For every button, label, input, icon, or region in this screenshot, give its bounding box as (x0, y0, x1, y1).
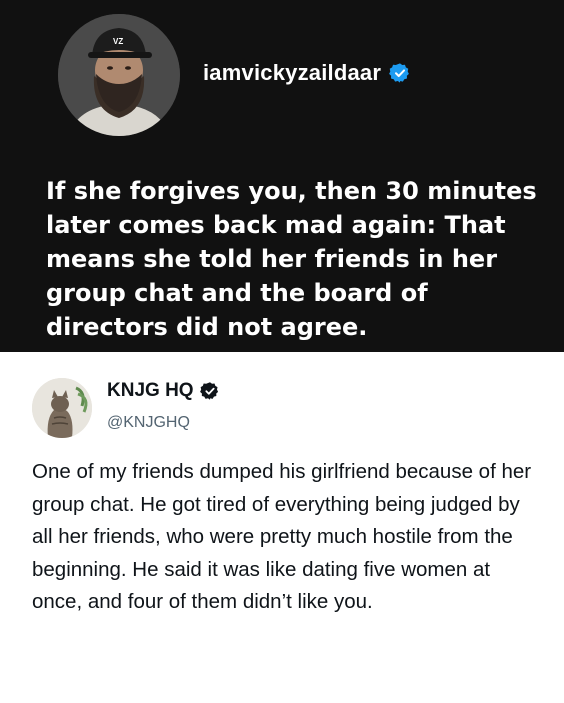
tweet-handle[interactable]: @KNJGHQ (107, 414, 190, 432)
tweet-card: KNJG HQ @KNJGHQ One of my friends dumped… (0, 352, 564, 703)
post-header: iamvickyzaildaar (203, 58, 411, 88)
verified-badge-icon (199, 382, 218, 400)
verified-badge-icon (389, 63, 409, 83)
cat-avatar-icon (32, 378, 92, 438)
tweet-avatar[interactable] (32, 378, 92, 438)
cap-logo: VZ (113, 37, 123, 46)
screenshot-page: VZ iamvickyzaildaar If she forgives you,… (0, 0, 564, 703)
bearded-man-avatar-icon: VZ (58, 14, 180, 136)
profile-avatar[interactable]: VZ (58, 14, 180, 136)
tweet-display-name[interactable]: KNJG HQ (107, 380, 194, 402)
post-caption: If she forgives you, then 30 minutes lat… (46, 177, 537, 341)
tweet-author-row: KNJG HQ (107, 380, 220, 402)
username-link[interactable]: iamvickyzaildaar (203, 60, 381, 86)
tweet-body: One of my friends dumped his girlfriend … (32, 460, 532, 613)
instagram-post: VZ iamvickyzaildaar If she forgives you,… (0, 0, 564, 352)
